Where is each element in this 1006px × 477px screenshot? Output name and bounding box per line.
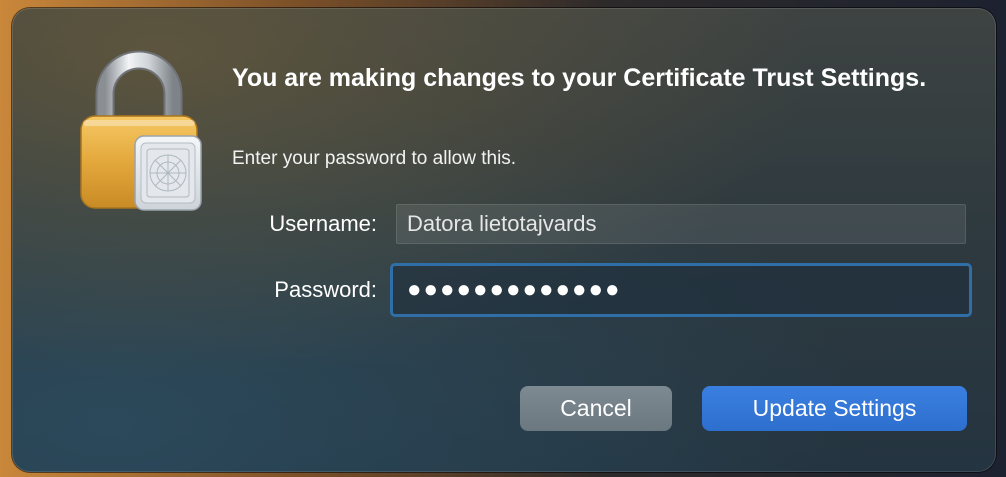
password-field[interactable] bbox=[390, 263, 972, 317]
update-settings-button[interactable]: Update Settings bbox=[702, 386, 967, 431]
authentication-dialog: You are making changes to your Certifica… bbox=[12, 8, 996, 472]
username-label: Username: bbox=[269, 211, 377, 236]
username-field[interactable] bbox=[396, 204, 966, 244]
password-label: Password: bbox=[274, 277, 377, 302]
dialog-subtitle: Enter your password to allow this. bbox=[232, 148, 517, 169]
lock-certificate-icon bbox=[80, 50, 202, 211]
dialog-title: You are making changes to your Certifica… bbox=[232, 64, 927, 92]
cancel-button[interactable]: Cancel bbox=[520, 386, 672, 431]
